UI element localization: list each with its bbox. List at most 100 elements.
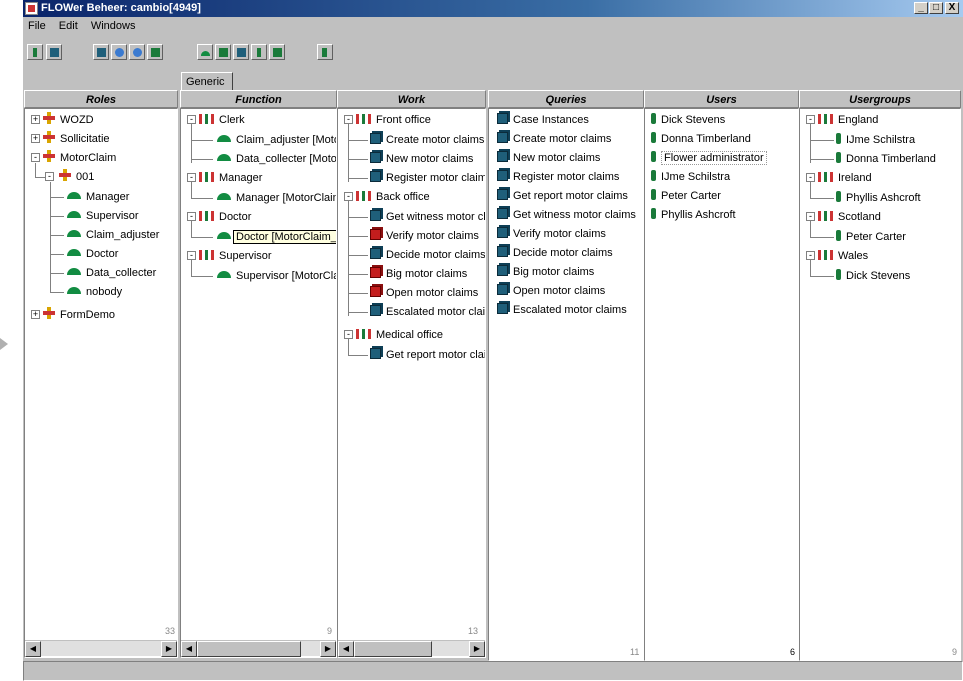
scroll-thumb[interactable] (354, 641, 432, 657)
collapse-front-office[interactable]: - (344, 115, 353, 124)
collapse-manager[interactable]: - (187, 173, 196, 182)
function-horizontal-scrollbar[interactable]: ◀ ▶ (181, 640, 336, 657)
tree-item-england[interactable]: England (818, 111, 878, 129)
list-item-query[interactable]: Get witness motor claims (497, 206, 636, 224)
close-button[interactable]: X (945, 2, 959, 14)
scroll-left-arrow-icon[interactable]: ◀ (338, 641, 354, 657)
list-item-query[interactable]: Escalated motor claims (497, 301, 627, 319)
tree-item-clerk[interactable]: Clerk (199, 111, 245, 129)
collapse-back-office[interactable]: - (344, 192, 353, 201)
list-item-query[interactable]: Decide motor claims (497, 244, 613, 262)
tree-item-escalated-motor-claims[interactable]: Escalated motor clair (370, 303, 485, 321)
list-item-query[interactable]: Case Instances (497, 111, 589, 129)
scroll-right-arrow-icon[interactable]: ▶ (161, 641, 177, 657)
tree-item-formdemo[interactable]: FormDemo (43, 306, 115, 324)
roles-horizontal-scrollbar[interactable]: ◀ ▶ (25, 640, 177, 657)
toolbar-work-button[interactable] (46, 44, 62, 60)
list-item-user[interactable]: Donna Timberland (651, 130, 751, 148)
side-expand-arrow-icon[interactable] (0, 338, 8, 350)
tree-item-001[interactable]: 001 (59, 168, 94, 186)
tree-item-dick-stevens[interactable]: Dick Stevens (836, 267, 910, 285)
toolbar-group-button[interactable] (147, 44, 163, 60)
tree-item-open-motor-claims[interactable]: Open motor claims (370, 284, 478, 302)
tree-item-ireland[interactable]: Ireland (818, 169, 872, 187)
tree-item-doctor-motorclaim[interactable]: Doctor [MotorClaim_001] (217, 228, 336, 246)
tree-item-wozd[interactable]: WOZD (43, 111, 94, 129)
tree-item-scotland[interactable]: Scotland (818, 208, 881, 226)
scroll-thumb[interactable] (197, 641, 301, 657)
tree-item-claim-adjuster-fn[interactable]: Claim_adjuster [MotorCl (217, 131, 336, 149)
toolbar-person-button[interactable] (251, 44, 267, 60)
tree-item-front-office[interactable]: Front office (356, 111, 431, 129)
list-item-user[interactable]: Dick Stevens (651, 111, 725, 129)
tree-item-phyllis-ashcroft[interactable]: Phyllis Ashcroft (836, 189, 921, 207)
tree-item-manager-fn[interactable]: Manager (199, 169, 262, 187)
tree-item-wales[interactable]: Wales (818, 247, 868, 265)
collapse-motorclaim[interactable]: - (31, 153, 40, 162)
list-item-query[interactable]: Get report motor claims (497, 187, 628, 205)
list-item-user[interactable]: IJme Schilstra (651, 168, 730, 186)
scroll-left-arrow-icon[interactable]: ◀ (181, 641, 197, 657)
tree-item-register-motor-claims[interactable]: Register motor claims (370, 169, 485, 187)
list-item-user[interactable]: Phyllis Ashcroft (651, 206, 736, 224)
tree-item-motorclaim[interactable]: MotorClaim (43, 149, 116, 167)
tree-item-data-collecter[interactable]: Data_collecter (67, 264, 156, 282)
tree-item-create-motor-claims[interactable]: Create motor claims (370, 131, 484, 149)
tree-item-decide-motor-claims[interactable]: Decide motor claims (370, 246, 485, 264)
menu-edit[interactable]: Edit (54, 17, 83, 35)
tree-item-sollicitatie[interactable]: Sollicitatie (43, 130, 110, 148)
maximize-button[interactable]: □ (929, 2, 943, 14)
tree-item-doctor[interactable]: Doctor (67, 245, 118, 263)
tree-item-manager-motorclaim[interactable]: Manager [MotorClaim_0 (217, 189, 336, 207)
scroll-right-arrow-icon[interactable]: ▶ (469, 641, 485, 657)
tree-item-data-collecter-fn[interactable]: Data_collecter [MotorCl (217, 150, 336, 168)
tree-item-new-motor-claims[interactable]: New motor claims (370, 150, 473, 168)
toolbar-workitem-button[interactable] (233, 44, 249, 60)
tree-item-doctor-fn[interactable]: Doctor (199, 208, 251, 226)
tree-item-supervisor-motorclaim[interactable]: Supervisor [MotorClaim_ (217, 267, 336, 285)
tree-item-get-report-motor-claims[interactable]: Get report motor clai (370, 346, 485, 364)
menu-windows[interactable]: Windows (86, 17, 141, 35)
toolbar-function-button[interactable] (215, 44, 231, 60)
list-item-query[interactable]: New motor claims (497, 149, 600, 167)
list-item-query[interactable]: Create motor claims (497, 130, 611, 148)
toolbar-role-button[interactable] (197, 44, 213, 60)
tree-item-manager[interactable]: Manager (67, 188, 129, 206)
list-item-query[interactable]: Verify motor claims (497, 225, 606, 243)
minimize-button[interactable]: _ (914, 2, 928, 14)
tree-item-claim-adjuster[interactable]: Claim_adjuster (67, 226, 159, 244)
menu-file[interactable]: File (23, 17, 51, 35)
tree-item-supervisor-fn[interactable]: Supervisor (199, 247, 272, 265)
toolbar-globe-button[interactable] (111, 44, 127, 60)
tree-item-donna-timberland[interactable]: Donna Timberland (836, 150, 936, 168)
tree-item-peter-carter[interactable]: Peter Carter (836, 228, 906, 246)
tree-item-medical-office[interactable]: Medical office (356, 326, 443, 344)
list-item-query[interactable]: Open motor claims (497, 282, 605, 300)
toolbar-user-button[interactable] (27, 44, 43, 60)
expand-wozd[interactable]: + (31, 115, 40, 124)
tree-item-supervisor[interactable]: Supervisor (67, 207, 139, 225)
scroll-left-arrow-icon[interactable]: ◀ (25, 641, 41, 657)
expand-formdemo[interactable]: + (31, 310, 40, 319)
scroll-right-arrow-icon[interactable]: ▶ (320, 641, 336, 657)
tree-item-ijme-schilstra[interactable]: IJme Schilstra (836, 131, 915, 149)
tree-item-get-witness-motor-claims[interactable]: Get witness motor cl (370, 208, 485, 226)
tree-item-verify-motor-claims[interactable]: Verify motor claims (370, 227, 479, 245)
collapse-doctor[interactable]: - (187, 212, 196, 221)
toolbar-exit-button[interactable] (317, 44, 333, 60)
list-item-query[interactable]: Big motor claims (497, 263, 594, 281)
work-horizontal-scrollbar[interactable]: ◀ ▶ (338, 640, 485, 657)
list-item-query[interactable]: Register motor claims (497, 168, 619, 186)
collapse-001[interactable]: - (45, 172, 54, 181)
tree-item-back-office[interactable]: Back office (356, 188, 430, 206)
collapse-ireland[interactable]: - (806, 173, 815, 182)
collapse-england[interactable]: - (806, 115, 815, 124)
collapse-scotland[interactable]: - (806, 212, 815, 221)
collapse-clerk[interactable]: - (187, 115, 196, 124)
list-item-user[interactable]: Peter Carter (651, 187, 721, 205)
collapse-medical-office[interactable]: - (344, 330, 353, 339)
collapse-supervisor[interactable]: - (187, 251, 196, 260)
tree-item-nobody[interactable]: nobody (67, 283, 122, 301)
toolbar-usergroup-button[interactable] (269, 44, 285, 60)
toolbar-query-button[interactable] (129, 44, 145, 60)
